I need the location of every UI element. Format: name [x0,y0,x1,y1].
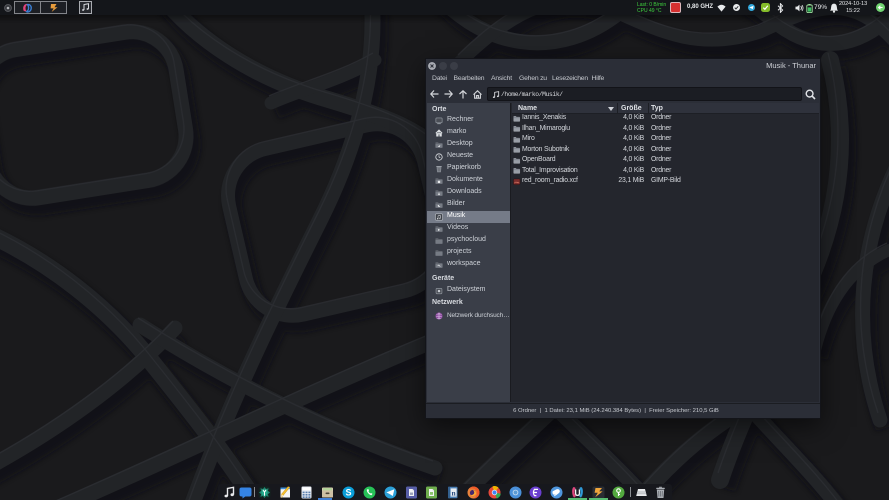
svg-text:S: S [345,487,351,497]
